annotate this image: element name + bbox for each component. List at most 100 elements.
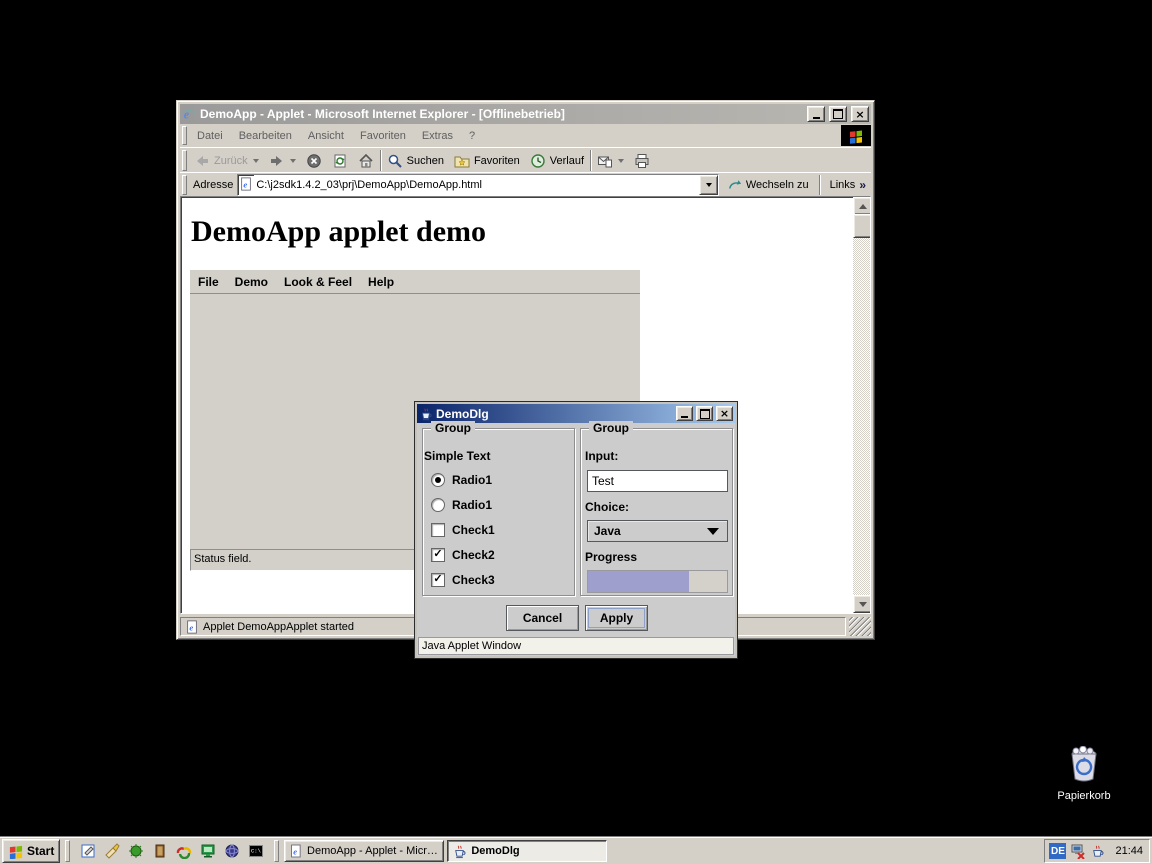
applet-menu-demo[interactable]: Demo bbox=[227, 275, 276, 289]
input-label: Input: bbox=[585, 449, 618, 463]
start-button[interactable]: Start bbox=[2, 839, 60, 863]
scroll-down-icon bbox=[859, 602, 867, 607]
page-pen-icon[interactable] bbox=[78, 841, 98, 861]
svg-text:e: e bbox=[244, 180, 248, 190]
menu-datei[interactable]: Datei bbox=[189, 128, 231, 144]
minimize-icon bbox=[813, 117, 820, 119]
applet-menu-help[interactable]: Help bbox=[360, 275, 402, 289]
network-offline-icon[interactable] bbox=[1070, 843, 1086, 859]
scroll-down-button[interactable] bbox=[853, 595, 871, 613]
apply-button[interactable]: Apply bbox=[585, 605, 648, 631]
refresh-icon bbox=[332, 153, 348, 169]
radio-option-1[interactable]: Radio1 bbox=[431, 473, 492, 487]
go-arrow-icon bbox=[728, 178, 742, 192]
progress-fill bbox=[588, 571, 689, 592]
forward-dropdown-icon[interactable] bbox=[290, 159, 296, 163]
ie-title-bar[interactable]: e DemoApp - Applet - Microsoft Internet … bbox=[180, 104, 871, 124]
green-ball-icon[interactable] bbox=[126, 841, 146, 861]
purple-globe-icon[interactable] bbox=[222, 841, 242, 861]
applet-menu-file[interactable]: File bbox=[190, 275, 227, 289]
menu-favoriten[interactable]: Favoriten bbox=[352, 128, 414, 144]
print-button[interactable] bbox=[629, 150, 655, 172]
address-grip[interactable] bbox=[182, 175, 187, 195]
svg-text:e: e bbox=[184, 107, 190, 121]
stop-button[interactable] bbox=[301, 150, 327, 172]
cancel-button[interactable]: Cancel bbox=[506, 605, 579, 631]
history-button[interactable]: Verlauf bbox=[525, 150, 589, 172]
checkbox-check3[interactable]: Check3 bbox=[431, 573, 495, 587]
ie-maximize-button[interactable] bbox=[829, 106, 847, 122]
ie-close-button[interactable]: × bbox=[851, 106, 869, 122]
back-button[interactable]: Zurück bbox=[189, 150, 264, 172]
home-button[interactable] bbox=[353, 150, 379, 172]
group-right-title: Group bbox=[589, 421, 633, 435]
hand-pen-icon[interactable] bbox=[102, 841, 122, 861]
task-button-ie[interactable]: e DemoApp - Applet - Micro... bbox=[284, 840, 444, 862]
scrollbar-track[interactable] bbox=[853, 213, 870, 597]
toolbar-separator bbox=[380, 150, 381, 171]
menu-grip[interactable] bbox=[182, 126, 187, 145]
scrollbar-thumb[interactable] bbox=[853, 214, 871, 238]
choice-value: Java bbox=[594, 524, 621, 538]
links-button[interactable]: Links » bbox=[825, 174, 871, 196]
favorites-button[interactable]: Favoriten bbox=[449, 150, 525, 172]
dialog-title: DemoDlg bbox=[436, 407, 673, 421]
favorites-icon bbox=[454, 153, 470, 169]
dialog-minimize-button[interactable] bbox=[676, 406, 693, 421]
menu-hilfe[interactable]: ? bbox=[461, 128, 483, 144]
simple-text-label: Simple Text bbox=[424, 449, 490, 463]
close-icon: × bbox=[720, 408, 729, 419]
address-dropdown-icon bbox=[706, 183, 712, 187]
progress-label: Progress bbox=[585, 550, 637, 564]
choice-dropdown[interactable]: Java bbox=[587, 520, 728, 542]
taskbar-grip[interactable] bbox=[274, 840, 279, 862]
clock[interactable]: 21:44 bbox=[1109, 845, 1143, 857]
color-swirl-icon[interactable] bbox=[174, 841, 194, 861]
checkbox-unchecked-icon[interactable] bbox=[431, 523, 445, 537]
go-button[interactable]: Wechseln zu bbox=[723, 174, 814, 196]
input-field[interactable] bbox=[588, 471, 727, 491]
java-tray-icon[interactable] bbox=[1090, 844, 1105, 859]
toolbar-grip[interactable] bbox=[182, 150, 187, 171]
menu-ansicht[interactable]: Ansicht bbox=[300, 128, 352, 144]
address-input[interactable] bbox=[254, 175, 698, 195]
forward-button[interactable] bbox=[264, 150, 301, 172]
back-dropdown-icon[interactable] bbox=[253, 159, 259, 163]
resize-grip[interactable] bbox=[849, 617, 871, 636]
page-ie-icon: e bbox=[289, 844, 303, 858]
radio-unselected-icon[interactable] bbox=[431, 498, 445, 512]
dialog-maximize-button[interactable] bbox=[696, 406, 713, 421]
vertical-scrollbar[interactable] bbox=[853, 197, 870, 613]
menu-extras[interactable]: Extras bbox=[414, 128, 461, 144]
toolbar-separator bbox=[590, 150, 591, 171]
checkbox-checked-icon[interactable] bbox=[431, 573, 445, 587]
radio-option-2[interactable]: Radio1 bbox=[431, 498, 492, 512]
mail-dropdown-icon[interactable] bbox=[618, 159, 624, 163]
green-monitor-icon[interactable] bbox=[198, 841, 218, 861]
task-button-demodlg[interactable]: DemoDlg bbox=[447, 840, 607, 862]
ie-window-title: DemoApp - Applet - Microsoft Internet Ex… bbox=[200, 107, 803, 121]
taskbar-grip[interactable] bbox=[65, 840, 70, 862]
search-button[interactable]: Suchen bbox=[382, 150, 449, 172]
demodlg-dialog: DemoDlg × Group Simple Text Radio1 Radio… bbox=[415, 402, 737, 658]
dos-prompt-icon[interactable]: C:\ bbox=[246, 841, 266, 861]
dialog-close-button[interactable]: × bbox=[716, 406, 733, 421]
chevron-down-icon bbox=[707, 528, 719, 535]
refresh-button[interactable] bbox=[327, 150, 353, 172]
scroll-up-icon bbox=[859, 204, 867, 209]
mail-button[interactable] bbox=[592, 150, 629, 172]
applet-menu-lookfeel[interactable]: Look & Feel bbox=[276, 275, 360, 289]
search-icon bbox=[387, 153, 403, 169]
ie-minimize-button[interactable] bbox=[807, 106, 825, 122]
radio-selected-icon[interactable] bbox=[431, 473, 445, 487]
checkbox-checked-icon[interactable] bbox=[431, 548, 445, 562]
menu-bearbeiten[interactable]: Bearbeiten bbox=[231, 128, 300, 144]
keyboard-layout-indicator[interactable]: DE bbox=[1049, 843, 1066, 859]
scroll-up-button[interactable] bbox=[853, 197, 871, 215]
address-dropdown-button[interactable] bbox=[699, 175, 718, 195]
recycle-bin[interactable]: Papierkorb bbox=[1046, 746, 1122, 802]
maximize-icon bbox=[700, 409, 710, 419]
book-icon[interactable] bbox=[150, 841, 170, 861]
checkbox-check2[interactable]: Check2 bbox=[431, 548, 495, 562]
checkbox-check1[interactable]: Check1 bbox=[431, 523, 495, 537]
